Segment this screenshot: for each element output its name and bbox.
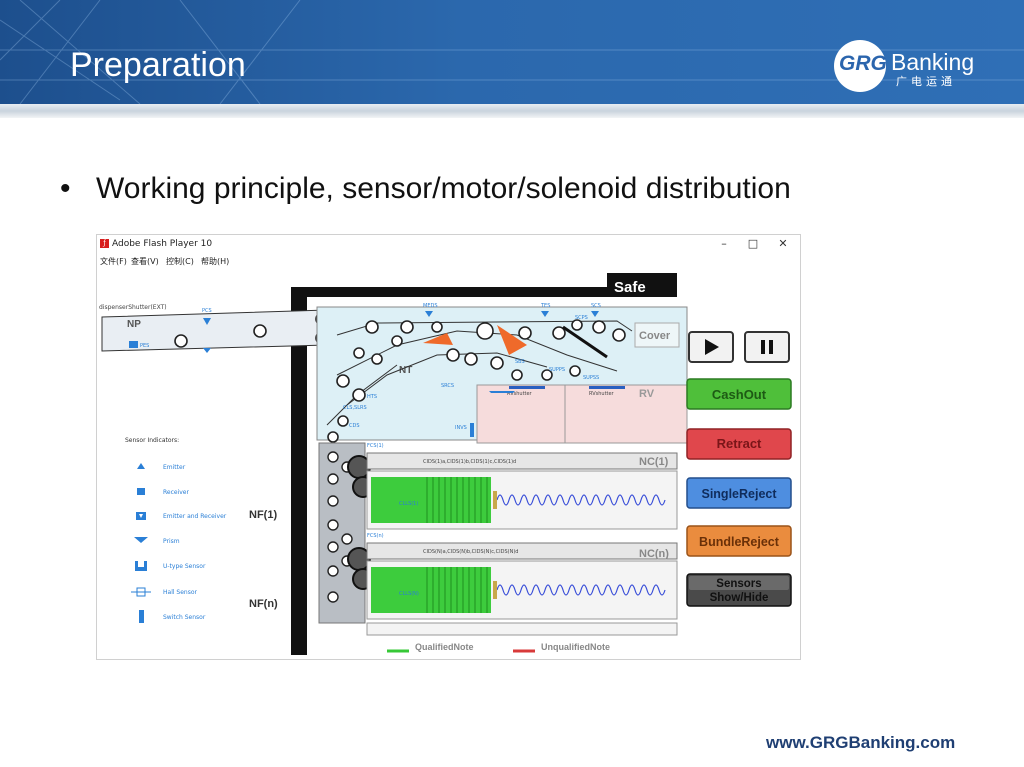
legend-emitter-receiver: Emitter and Receiver: [163, 513, 227, 520]
nfn-label: NF(n): [249, 598, 278, 610]
nc1-pusher: [493, 491, 497, 509]
u-type-sensor-icon: [135, 561, 147, 571]
fcsn-label: FCS(n): [367, 533, 384, 539]
cll1-label: CLLS(1): [399, 501, 418, 507]
single-reject-label: SingleReject: [701, 487, 777, 501]
fcs1-label: FCS(1): [367, 443, 384, 449]
ncn-cassette-top: [366, 542, 678, 560]
bundle-reject-button[interactable]: BundleReject: [686, 525, 792, 557]
cds-label: CDS: [349, 423, 360, 429]
cashout-label: CashOut: [712, 387, 767, 402]
flash-player-window: ƒ Adobe Flash Player 10 – □ ✕ 文件(F) 查看(V…: [96, 234, 801, 660]
sensors-toggle-button[interactable]: Sensors Show/Hide: [686, 573, 792, 607]
dispenser-shutter-label: dispenserShutter(EXT): [99, 304, 167, 311]
legend-receiver: Receiver: [163, 489, 189, 496]
grg-banking-logo: GRG Banking 广电运通: [834, 40, 984, 92]
emitter-icon: [137, 463, 145, 469]
sbs-label: SBS: [515, 359, 525, 365]
slide-header: Preparation GRG Banking 广电运通: [0, 0, 1024, 104]
cids1-label: CIDS(1)a,CIDS(1)b,CIDS(1)c,CIDS(1)d: [423, 459, 516, 465]
sensors-label-line1: Sensors: [716, 578, 761, 590]
pes-sensor-icon: [129, 341, 138, 348]
atm-mechanism-simulation: Safe NP dispenserShutter(EXT) PES PCS NT…: [99, 273, 792, 655]
meds-label: MEDS: [423, 303, 438, 309]
nf1-label: NF(1): [249, 509, 277, 521]
pes-label: PES: [140, 343, 149, 349]
legend-title: Sensor Indicators:: [125, 437, 179, 444]
invs-label: INVS: [455, 425, 467, 431]
cashout-button[interactable]: CashOut: [686, 378, 792, 410]
scps-label: SCPS: [575, 315, 588, 321]
sensors-label-line2: Show/Hide: [710, 592, 769, 604]
header-divider: [0, 104, 1024, 118]
ncn-pusher: [493, 581, 497, 599]
legend-switch: Switch Sensor: [163, 614, 206, 621]
bundle-reject-label: BundleReject: [699, 535, 780, 549]
bullet-text: Working principle, sensor/motor/solenoid…: [96, 172, 791, 205]
cidsn-label: CIDS(N)a,CIDS(N)b,CIDS(N)c,CIDS(N)d: [423, 549, 518, 555]
switch-sensor-icon: [139, 610, 144, 623]
receiver-icon: [137, 488, 145, 495]
hall-sensor-icon: [131, 587, 151, 597]
nc1-cassette-top: [366, 452, 678, 470]
legend-u-type: U-type Sensor: [163, 563, 206, 570]
logo-subtitle: 广电运通: [896, 75, 956, 88]
supps-label: SUPPS: [549, 367, 565, 373]
pcs-prism-icon: [203, 348, 211, 353]
srcs-label: SRCS: [441, 383, 454, 389]
bottom-tray: [366, 622, 678, 636]
nc1-note-stack: [371, 477, 491, 523]
nc1-label: NC(1): [639, 456, 669, 468]
qualified-note-label: QualifiedNote: [415, 642, 474, 652]
bullet-point: • Working principle, sensor/motor/solenoi…: [60, 172, 791, 206]
pcs-label: PCS: [202, 308, 212, 314]
tes-label: TES: [540, 303, 550, 309]
ncn-note-stack: [371, 567, 491, 613]
ncn-label: NC(n): [639, 548, 669, 560]
rv-label: RV: [639, 388, 655, 400]
pause-button[interactable]: [744, 331, 790, 363]
emitter-receiver-icon: [136, 512, 146, 520]
rv-shutter-2: [589, 386, 625, 389]
prism-icon: [134, 537, 148, 543]
logo-mark: GRG: [839, 52, 887, 75]
scs-label: SCS: [591, 303, 601, 309]
rv-shutter-1: [509, 386, 545, 389]
footer-url[interactable]: www.GRGBanking.com: [766, 733, 955, 753]
legend-hall: Hall Sensor: [163, 589, 198, 596]
single-reject-button[interactable]: SingleReject: [686, 477, 792, 509]
unqualified-note-label: UnqualifiedNote: [541, 642, 610, 652]
slide-title: Preparation: [70, 46, 246, 84]
logo-circle: GRG: [834, 40, 887, 92]
rv-shutter-2-label: RVshutter: [589, 391, 615, 397]
nt-label: NT: [399, 365, 412, 376]
legend-prism: Prism: [163, 538, 180, 545]
hts-label: HTS: [367, 394, 377, 400]
play-button[interactable]: [688, 331, 734, 363]
clln-label: CLLS(N): [399, 591, 419, 597]
cls-label: CLS,SLRS: [343, 405, 367, 411]
safe-label: Safe: [614, 279, 646, 296]
logo-name: Banking: [891, 49, 975, 75]
bullet-dot: •: [60, 172, 71, 205]
retract-button[interactable]: Retract: [686, 428, 792, 460]
legend-emitter: Emitter: [163, 464, 186, 471]
supss-label: SUPSS: [583, 375, 599, 381]
cover-label: Cover: [639, 330, 671, 342]
np-label: NP: [127, 319, 141, 330]
retract-label: Retract: [717, 436, 762, 451]
